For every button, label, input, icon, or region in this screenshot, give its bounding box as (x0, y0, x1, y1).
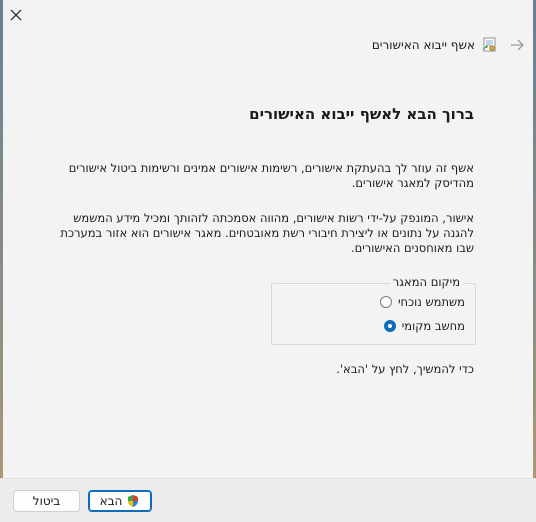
store-location-legend: מיקום המאגר (389, 275, 463, 289)
radio-button[interactable] (379, 296, 392, 308)
wizard-title: אשף ייבוא האישורים (371, 38, 475, 52)
radio-button-selected[interactable] (383, 320, 396, 332)
wizard-footer: הבא ביטול (0, 478, 536, 522)
continue-instruction: כדי להמשיך, לחץ על 'הבא'. (336, 362, 474, 376)
next-button[interactable]: הבא (88, 490, 152, 512)
page-title: ברוך הבא לאשף ייבוא האישורים (249, 105, 474, 123)
radio-label: מחשב מקומי (401, 319, 465, 333)
close-icon[interactable] (4, 3, 28, 27)
cancel-button-label: ביטול (32, 494, 61, 508)
next-button-label: הבא (99, 494, 123, 508)
title-bar (0, 0, 536, 32)
radio-local-machine[interactable]: מחשב מקומי (383, 317, 465, 335)
wizard-header: אשף ייבוא האישורים (0, 34, 536, 58)
uac-shield-icon (126, 494, 140, 508)
cancel-button[interactable]: ביטול (13, 490, 80, 512)
certificate-description-paragraph: אישור, המונפק על-ידי רשות אישורים, מהווה… (60, 211, 474, 255)
radio-current-user[interactable]: משתמש נוכחי (379, 293, 465, 311)
back-arrow-icon[interactable] (508, 36, 526, 54)
intro-paragraph: אשף זה עוזר לך בהעתקת אישורים, רשימות אי… (68, 161, 474, 190)
certificate-wizard-icon (481, 36, 499, 54)
radio-label: משתמש נוכחי (397, 295, 465, 309)
store-location-group: מיקום המאגר משתמש נוכחי מחשב מקומי (271, 275, 476, 345)
desktop-edge-left (0, 0, 3, 521)
